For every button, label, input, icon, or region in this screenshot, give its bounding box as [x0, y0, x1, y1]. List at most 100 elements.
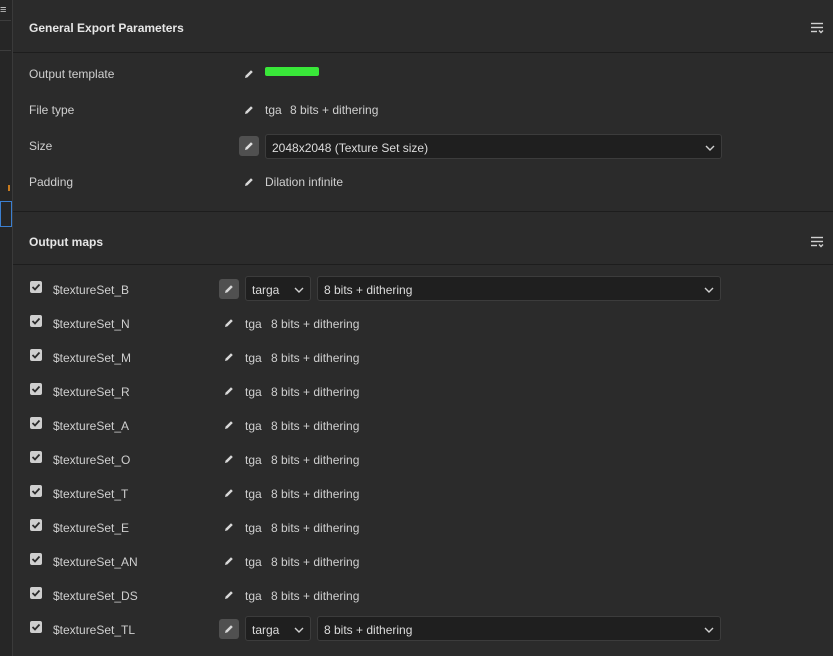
- size-row: Size 2048x2048 (Texture Set size): [13, 130, 833, 162]
- map-format: tga: [245, 453, 262, 467]
- file-type-row: File type tga 8 bits + dithering: [13, 94, 833, 126]
- size-dropdown-value: 2048x2048 (Texture Set size): [272, 141, 429, 155]
- strip-divider: [0, 20, 11, 21]
- general-section-title: General Export Parameters: [29, 21, 184, 35]
- map-name: $textureSet_TL: [53, 623, 136, 637]
- padding-row: Padding Dilation infinite: [13, 166, 833, 198]
- edit-pencil-icon[interactable]: [219, 279, 239, 299]
- size-label: Size: [29, 139, 53, 153]
- chevron-down-icon: [294, 284, 304, 298]
- map-bits: 8 bits + dithering: [271, 317, 360, 331]
- edit-pencil-icon[interactable]: [219, 619, 239, 639]
- edit-pencil-icon[interactable]: [219, 483, 239, 503]
- output-template-label: Output template: [29, 67, 115, 81]
- output-map-row: $textureSet_B targa 8 bits + dithering: [13, 272, 833, 306]
- output-map-row: $textureSet_T tga 8 bits + dithering: [13, 476, 833, 510]
- edit-pencil-icon[interactable]: [219, 517, 239, 537]
- map-name: $textureSet_E: [53, 521, 130, 535]
- map-format: tga: [245, 317, 262, 331]
- output-map-row: $textureSet_R tga 8 bits + dithering: [13, 374, 833, 408]
- map-checkbox[interactable]: [30, 451, 42, 463]
- map-bits: 8 bits + dithering: [271, 589, 360, 603]
- map-name: $textureSet_AN: [53, 555, 138, 569]
- bits-dropdown[interactable]: 8 bits + dithering: [317, 276, 721, 301]
- export-panel: General Export Parameters Output templat…: [13, 0, 833, 656]
- edit-pencil-icon[interactable]: [219, 585, 239, 605]
- map-format: tga: [245, 521, 262, 535]
- map-format: tga: [245, 555, 262, 569]
- output-template-row: Output template: [13, 58, 833, 90]
- edit-pencil-icon[interactable]: [219, 313, 239, 333]
- chevron-down-icon: [294, 624, 304, 638]
- output-map-row: $textureSet_M tga 8 bits + dithering: [13, 340, 833, 374]
- map-checkbox[interactable]: [30, 485, 42, 497]
- map-name: $textureSet_A: [53, 419, 130, 433]
- map-checkbox[interactable]: [30, 383, 42, 395]
- format-dropdown-value: targa: [252, 623, 280, 637]
- map-bits: 8 bits + dithering: [271, 385, 360, 399]
- map-name: $textureSet_O: [53, 453, 131, 467]
- output-map-row: $textureSet_AN tga 8 bits + dithering: [13, 544, 833, 578]
- format-dropdown[interactable]: targa: [245, 276, 311, 301]
- map-checkbox[interactable]: [30, 587, 42, 599]
- section-divider: [13, 211, 833, 212]
- map-name: $textureSet_N: [53, 317, 130, 331]
- edit-pencil-icon[interactable]: [239, 172, 259, 192]
- chevron-down-icon: [705, 142, 715, 156]
- padding-label: Padding: [29, 175, 74, 189]
- redacted-template-name: [265, 67, 319, 76]
- edit-pencil-icon[interactable]: [219, 415, 239, 435]
- edit-pencil-icon[interactable]: [219, 381, 239, 401]
- map-checkbox[interactable]: [30, 315, 42, 327]
- size-dropdown[interactable]: 2048x2048 (Texture Set size): [265, 134, 722, 159]
- map-bits: 8 bits + dithering: [271, 351, 360, 365]
- edit-pencil-icon[interactable]: [239, 64, 259, 84]
- map-bits: 8 bits + dithering: [271, 487, 360, 501]
- section-divider: [13, 264, 833, 265]
- output-map-row: $textureSet_TL targa 8 bits + dithering: [13, 612, 833, 646]
- menu-icon[interactable]: ≡: [0, 4, 6, 16]
- edit-pencil-icon[interactable]: [219, 551, 239, 571]
- map-name: $textureSet_R: [53, 385, 130, 399]
- map-checkbox[interactable]: [30, 281, 42, 293]
- format-dropdown[interactable]: targa: [245, 616, 311, 641]
- map-checkbox[interactable]: [30, 349, 42, 361]
- strip-selection[interactable]: [0, 201, 12, 227]
- map-checkbox[interactable]: [30, 553, 42, 565]
- map-bits: 8 bits + dithering: [271, 555, 360, 569]
- map-format: tga: [245, 589, 262, 603]
- map-format: tga: [245, 351, 262, 365]
- output-map-row: $textureSet_N tga 8 bits + dithering: [13, 306, 833, 340]
- section-menu-icon[interactable]: [809, 234, 825, 250]
- map-name: $textureSet_T: [53, 487, 129, 501]
- left-side-strip: ≡: [0, 0, 13, 656]
- map-checkbox[interactable]: [30, 417, 42, 429]
- map-format: tga: [245, 487, 262, 501]
- chevron-down-icon: [704, 624, 714, 638]
- strip-marker: [8, 185, 10, 191]
- edit-pencil-icon[interactable]: [219, 449, 239, 469]
- bits-dropdown[interactable]: 8 bits + dithering: [317, 616, 721, 641]
- file-type-bits: 8 bits + dithering: [290, 103, 379, 117]
- map-bits: 8 bits + dithering: [271, 453, 360, 467]
- map-name: $textureSet_DS: [53, 589, 138, 603]
- output-map-row: $textureSet_A tga 8 bits + dithering: [13, 408, 833, 442]
- section-menu-icon[interactable]: [809, 20, 825, 36]
- edit-pencil-icon[interactable]: [239, 100, 259, 120]
- map-name: $textureSet_M: [53, 351, 132, 365]
- file-type-format: tga: [265, 103, 282, 117]
- map-bits: 8 bits + dithering: [271, 419, 360, 433]
- map-checkbox[interactable]: [30, 621, 42, 633]
- map-format: tga: [245, 385, 262, 399]
- output-map-row: $textureSet_O tga 8 bits + dithering: [13, 442, 833, 476]
- output-map-row: $textureSet_DS tga 8 bits + dithering: [13, 578, 833, 612]
- output-map-row: $textureSet_E tga 8 bits + dithering: [13, 510, 833, 544]
- map-checkbox[interactable]: [30, 519, 42, 531]
- map-name: $textureSet_B: [53, 283, 130, 297]
- map-format: tga: [245, 419, 262, 433]
- strip-divider: [0, 50, 11, 51]
- section-divider: [13, 52, 833, 53]
- format-dropdown-value: targa: [252, 283, 280, 297]
- edit-pencil-icon[interactable]: [239, 136, 259, 156]
- edit-pencil-icon[interactable]: [219, 347, 239, 367]
